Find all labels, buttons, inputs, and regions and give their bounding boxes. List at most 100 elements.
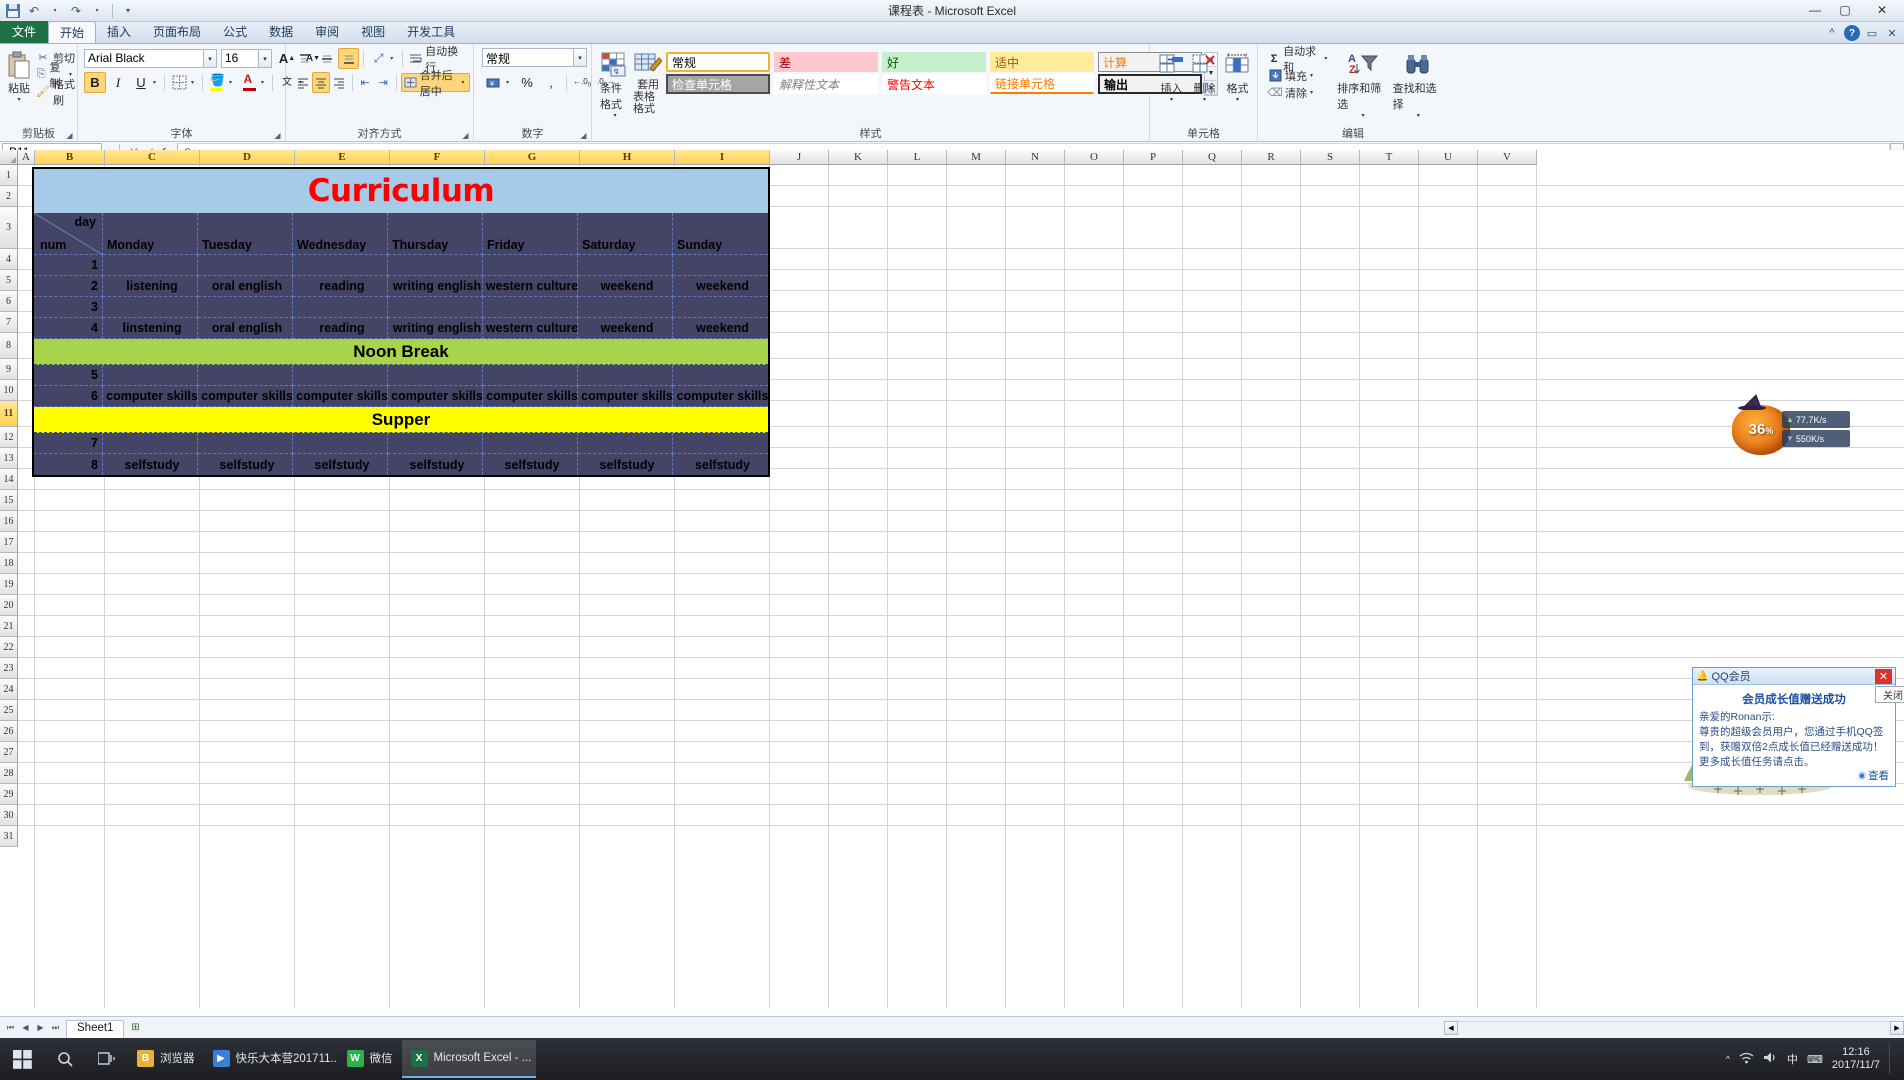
timetable-row-1[interactable]: 1 [34,255,768,276]
taskbar-item-excel[interactable]: X Microsoft Excel - ... [401,1040,536,1078]
taskbar-item-wechat[interactable]: W 微信 [338,1040,402,1078]
find-select-dropdown-icon[interactable]: ▾ [1417,112,1420,119]
noon-break-bar[interactable]: Noon Break [34,339,768,365]
conditional-formatting-button[interactable]: ↯ 条件格式 ▾ [600,48,630,119]
cell-p4-tue[interactable]: oral english [198,318,293,339]
row-header-1[interactable]: 1 [0,165,18,186]
timetable-row-5[interactable]: 5 [34,365,768,386]
row-headers[interactable]: 1 2 3 4 5 6 7 8 9 10 11 12 13 14 15 16 1… [0,165,18,847]
col-header-I[interactable]: I [675,150,770,165]
sheet-tab-sheet1[interactable]: Sheet1 [66,1019,125,1039]
row-header-14[interactable]: 14 [0,469,18,490]
fill-dropdown-icon[interactable]: ▾ [1310,72,1318,79]
cell-p6-fri[interactable]: computer skills [483,386,578,407]
timetable-row-7[interactable]: 7 [34,433,768,454]
font-name-input[interactable]: Arial Black [84,49,204,68]
row-header-23[interactable]: 23 [0,658,18,679]
row-header-6[interactable]: 6 [0,291,18,312]
sheet-tab-bar[interactable]: ⏮ ◀ ▶ ⏭ Sheet1 ⊞ ◀ ▶ [0,1016,1904,1039]
day-header-monday[interactable]: Monday [103,213,198,255]
cell-p4-sun[interactable]: weekend [673,318,768,339]
windows-taskbar[interactable]: B 浏览器 ▶ 快乐大本营201711... W 微信 X Microsoft … [0,1038,1904,1080]
curriculum-table[interactable]: Curriculum day num Monday Tuesday Wednes… [32,167,770,477]
increase-indent-button[interactable]: ⇥ [375,72,392,93]
cell-p6-sat[interactable]: computer skills [578,386,673,407]
network-speed-widget[interactable]: 36% ▲ 77.7K/s ▼ 550K/s [1732,394,1850,457]
row-header-28[interactable]: 28 [0,763,18,784]
underline-button[interactable]: U [130,72,152,93]
col-header-J[interactable]: J [770,150,829,165]
corner-header-cell[interactable]: day num [34,213,103,255]
align-center-button[interactable] [312,72,330,93]
prev-sheet-icon[interactable]: ◀ [19,1021,32,1035]
select-all-button[interactable] [0,150,18,165]
cell-p3-sat[interactable] [578,297,673,318]
italic-button[interactable]: I [107,72,129,93]
style-bad[interactable]: 差 [774,52,878,72]
underline-dropdown-icon[interactable]: ▾ [153,79,161,86]
row-header-8[interactable]: 8 [0,333,18,359]
cell-p8-tue[interactable]: selfstudy [198,454,293,475]
day-header-wednesday[interactable]: Wednesday [293,213,388,255]
taskbar-clock[interactable]: 12:16 2017/11/7 [1832,1046,1880,1072]
row-header-22[interactable]: 22 [0,637,18,658]
network-icon[interactable] [1739,1051,1754,1067]
decrease-indent-button[interactable]: ⇤ [357,72,374,93]
col-header-R[interactable]: R [1242,150,1301,165]
cell-p2-tue[interactable]: oral english [198,276,293,297]
ime-indicator[interactable]: 中 [1787,1051,1798,1067]
close-button[interactable]: ✕ [1860,0,1904,20]
tab-view[interactable]: 视图 [350,21,396,43]
cell-p1-tue[interactable] [198,255,293,276]
row-header-12[interactable]: 12 [0,427,18,448]
qq-popup-close-icon[interactable]: ✕ [1875,668,1892,684]
font-name-dropdown-icon[interactable]: ▾ [204,49,217,68]
timetable-row-8[interactable]: 8 selfstudy selfstudy selfstudy selfstud… [34,454,768,475]
period-num-5[interactable]: 5 [34,365,103,386]
percent-style-button[interactable]: % [516,72,538,93]
restore-window-icon[interactable]: ▭ [1864,25,1880,41]
cell-p1-mon[interactable] [103,255,198,276]
cell-p1-thu[interactable] [388,255,483,276]
qq-popup-close-button[interactable]: 关闭 [1875,686,1904,703]
cell-p2-thu[interactable]: writing english [388,276,483,297]
autosum-dropdown-icon[interactable]: ▾ [1324,55,1331,62]
cell-p3-wed[interactable] [293,297,388,318]
timetable-row-6[interactable]: 6 computer skills computer skills comput… [34,386,768,407]
col-header-M[interactable]: M [947,150,1006,165]
paste-button[interactable]: 粘贴 ▾ [4,48,34,103]
tab-insert[interactable]: 插入 [96,21,142,43]
cell-p4-mon[interactable]: linstening [103,318,198,339]
system-tray[interactable]: ^ 中 ⌨ 12:16 2017/11/7 [1726,1044,1904,1074]
last-sheet-icon[interactable]: ⏭ [49,1021,62,1035]
period-num-3[interactable]: 3 [34,297,103,318]
font-size-input[interactable]: 16 [221,49,259,68]
row-header-4[interactable]: 4 [0,249,18,270]
keyboard-icon[interactable]: ⌨ [1807,1053,1823,1066]
style-explanatory-text[interactable]: 解释性文本 [774,74,878,94]
redo-dropdown-icon[interactable]: ▾ [88,2,106,19]
font-dialog-launcher[interactable]: ◢ [272,130,283,141]
number-dialog-launcher[interactable]: ◢ [578,130,589,141]
row-header-15[interactable]: 15 [0,490,18,511]
help-icon[interactable]: ? [1844,25,1860,41]
cell-p7-fri[interactable] [483,433,578,454]
cell-p8-thu[interactable]: selfstudy [388,454,483,475]
cell-styles-row-2[interactable]: 检查单元格 解释性文本 警告文本 链接单元格 输出 [666,74,1202,94]
period-num-2[interactable]: 2 [34,276,103,297]
day-header-thursday[interactable]: Thursday [388,213,483,255]
scrollbar-track[interactable] [1458,1020,1890,1035]
next-sheet-icon[interactable]: ▶ [34,1021,47,1035]
col-header-E[interactable]: E [295,150,390,165]
day-header-sunday[interactable]: Sunday [673,213,768,255]
undo-icon[interactable]: ↶ [25,2,43,19]
col-header-V[interactable]: V [1478,150,1537,165]
comma-style-button[interactable]: , [540,72,562,93]
cell-styles-gallery[interactable]: 常规 差 好 适中 计算 检查单元格 解释性文本 警告文本 链接单元格 输出 ▼… [666,48,1218,96]
sort-filter-dropdown-icon[interactable]: ▾ [1361,112,1364,119]
row-header-17[interactable]: 17 [0,532,18,553]
row-header-27[interactable]: 27 [0,742,18,763]
maximize-button[interactable]: ▢ [1830,0,1860,20]
style-warning-text[interactable]: 警告文本 [882,74,986,94]
save-icon[interactable] [4,2,22,19]
